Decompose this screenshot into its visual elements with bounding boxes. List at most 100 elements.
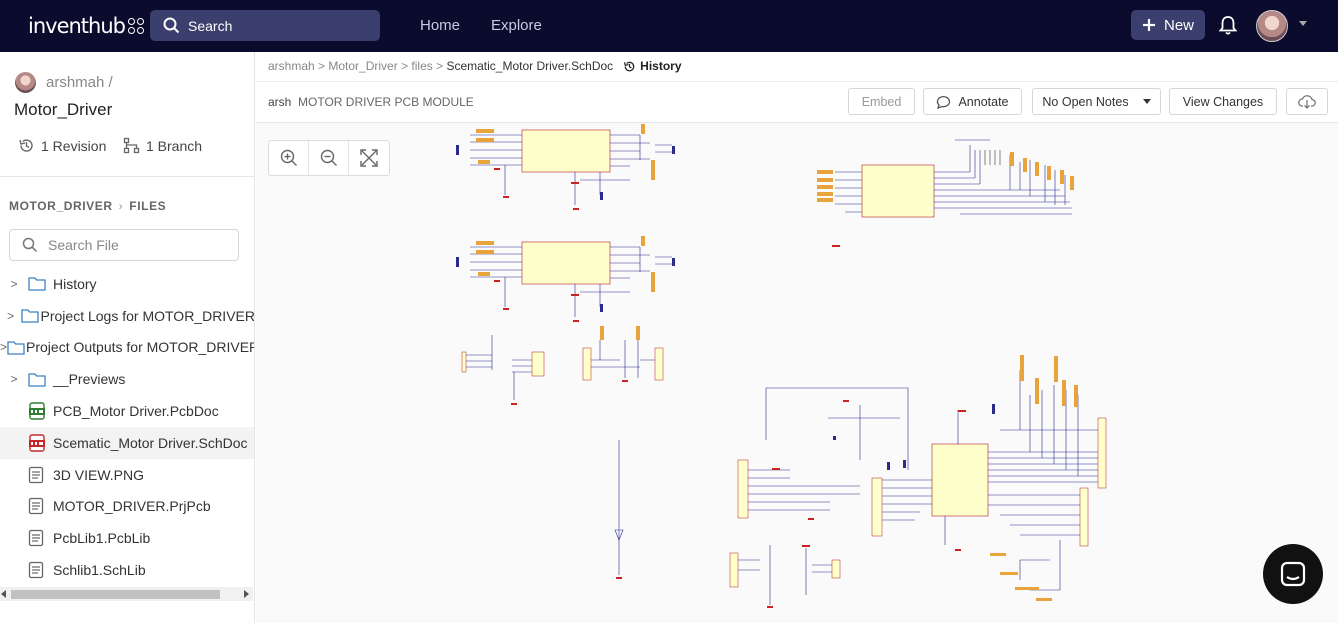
commit-title: arsh MOTOR DRIVER PCB MODULE [268, 95, 474, 109]
new-label: New [1163, 16, 1194, 34]
view-changes-button[interactable]: View Changes [1169, 88, 1277, 115]
tree-item-label: Project Logs for MOTOR_DRIVER [40, 307, 255, 324]
chat-icon [1280, 561, 1306, 587]
owner-avatar [15, 72, 36, 93]
owner-name: arshmah / [46, 74, 113, 91]
chevron-right-icon[interactable]: > [0, 340, 7, 354]
nav-explore[interactable]: Explore [491, 17, 542, 34]
fit-screen-button[interactable] [349, 141, 389, 175]
tree-item-label: Schlib1.SchLib [53, 562, 146, 579]
top-navbar: inventhub Search Home Explore New [0, 0, 1338, 52]
branch-count[interactable]: 1 Branch [123, 137, 202, 154]
global-search[interactable]: Search [150, 10, 380, 41]
inventhub-logo[interactable]: inventhub [28, 14, 144, 38]
branch-icon [123, 137, 140, 154]
repo-owner[interactable]: arshmah / [15, 72, 113, 93]
view-changes-label: View Changes [1182, 94, 1264, 109]
repo-name[interactable]: Motor_Driver [14, 100, 112, 120]
zoom-in-icon [280, 149, 297, 166]
crumb-leaf: FILES [129, 199, 167, 213]
zoom-in-button[interactable] [269, 141, 309, 175]
scroll-right-icon[interactable] [244, 590, 249, 598]
document-icon [28, 497, 52, 515]
tree-item-3d-view[interactable]: 3D VIEW.PNG [0, 459, 254, 491]
history-icon [624, 61, 635, 71]
chevron-down-icon [1142, 99, 1151, 104]
search-icon [22, 237, 38, 253]
tree-item-label: Project Outputs for MOTOR_DRIVER [26, 339, 255, 356]
nav-home[interactable]: Home [420, 17, 460, 34]
logo-text: inventhub [28, 14, 126, 38]
sidebar-horizontal-scrollbar[interactable] [0, 587, 253, 601]
plus-icon [1142, 19, 1155, 31]
crumb-separator: > [314, 59, 329, 73]
chevron-right-icon[interactable]: > [0, 277, 28, 291]
annotate-button[interactable]: Annotate [923, 88, 1022, 115]
tree-item-label: PcbLib1.PcbLib [53, 530, 151, 547]
file-breadcrumb: arshmah > Motor_Driver > files > Scemati… [268, 59, 682, 73]
crumb-files[interactable]: files [411, 59, 432, 73]
tree-item-label: MOTOR_DRIVER.PrjPcb [53, 498, 211, 515]
annotate-icon [937, 96, 951, 109]
chat-support-button[interactable] [1263, 544, 1323, 604]
crumb-current-file: Scematic_Motor Driver.SchDoc [446, 59, 614, 73]
revision-count[interactable]: 1 Revision [18, 137, 106, 154]
crumb-root[interactable]: MOTOR_DRIVER [9, 199, 113, 213]
history-link[interactable]: History [623, 59, 682, 73]
folder-icon [28, 372, 52, 387]
header-divider [256, 81, 1338, 82]
tree-item-label: 3D VIEW.PNG [53, 466, 145, 483]
document-icon [28, 561, 52, 579]
led-branch [614, 440, 624, 575]
tree-item-schlib[interactable]: Schlib1.SchLib [0, 554, 254, 586]
tree-item-label: __Previews [53, 371, 126, 388]
new-button[interactable]: New [1131, 10, 1205, 40]
chevron-right-icon: › [118, 199, 124, 213]
bell-icon[interactable] [1218, 15, 1238, 41]
commit-message: MOTOR DRIVER PCB MODULE [298, 95, 474, 109]
crumb-repo[interactable]: Motor_Driver [328, 59, 397, 73]
download-button[interactable] [1286, 88, 1328, 115]
crumb-separator: > [432, 59, 447, 73]
notes-label: No Open Notes [1042, 94, 1129, 109]
tree-item-label: History [53, 275, 97, 292]
tree-item-project-outputs[interactable]: > Project Outputs for MOTOR_DRIVER [0, 332, 255, 364]
schematic-drawing[interactable] [256, 123, 1338, 623]
scroll-left-icon[interactable] [1, 590, 6, 598]
sidebar-divider [0, 176, 254, 177]
ic-top-right [861, 164, 935, 218]
tree-item-pcb-doc[interactable]: PCB_Motor Driver.PcbDoc [0, 395, 254, 427]
notes-dropdown[interactable]: No Open Notes [1032, 88, 1161, 115]
file-search-input[interactable]: Search File [9, 229, 239, 261]
file-tree: > History > Project Logs for MOTOR_DRIVE… [0, 268, 255, 586]
tree-item-label: PCB_Motor Driver.PcbDoc [53, 403, 219, 420]
zoom-out-button[interactable] [309, 141, 349, 175]
branch-label: 1 Branch [146, 137, 203, 154]
history-icon [19, 139, 33, 152]
tree-item-project-logs[interactable]: > Project Logs for MOTOR_DRIVER [0, 300, 255, 332]
tree-item-prjpcb[interactable]: MOTOR_DRIVER.PrjPcb [0, 491, 254, 523]
expand-icon [360, 149, 378, 167]
tree-item-label: Scematic_Motor Driver.SchDoc [53, 434, 248, 451]
tree-item-schematic-doc[interactable]: Scematic_Motor Driver.SchDoc [0, 426, 254, 459]
scrollbar-thumb[interactable] [11, 590, 220, 599]
chevron-right-icon[interactable]: > [0, 372, 28, 386]
chevron-down-icon[interactable] [1299, 21, 1307, 26]
crumb-separator: > [397, 59, 412, 73]
driver-block-1 [456, 124, 675, 210]
history-link-label: History [640, 59, 682, 73]
tree-item-pcblib[interactable]: PcbLib1.PcbLib [0, 522, 254, 554]
file-sidebar: arshmah / Motor_Driver 1 Revision 1 Bran… [0, 52, 255, 623]
zoom-controls [268, 140, 390, 176]
annotate-label: Annotate [958, 94, 1009, 109]
revision-label: 1 Revision [41, 137, 107, 154]
chevron-right-icon[interactable]: > [0, 309, 21, 323]
crumb-owner[interactable]: arshmah [268, 59, 315, 73]
embed-button[interactable]: Embed [848, 88, 915, 115]
search-label: Search [188, 17, 233, 34]
tree-item-history[interactable]: > History [0, 268, 254, 300]
schematic-file-icon [28, 434, 52, 452]
schematic-viewer[interactable] [256, 123, 1338, 623]
tree-item-previews[interactable]: > __Previews [0, 363, 254, 395]
user-avatar[interactable] [1256, 10, 1288, 42]
